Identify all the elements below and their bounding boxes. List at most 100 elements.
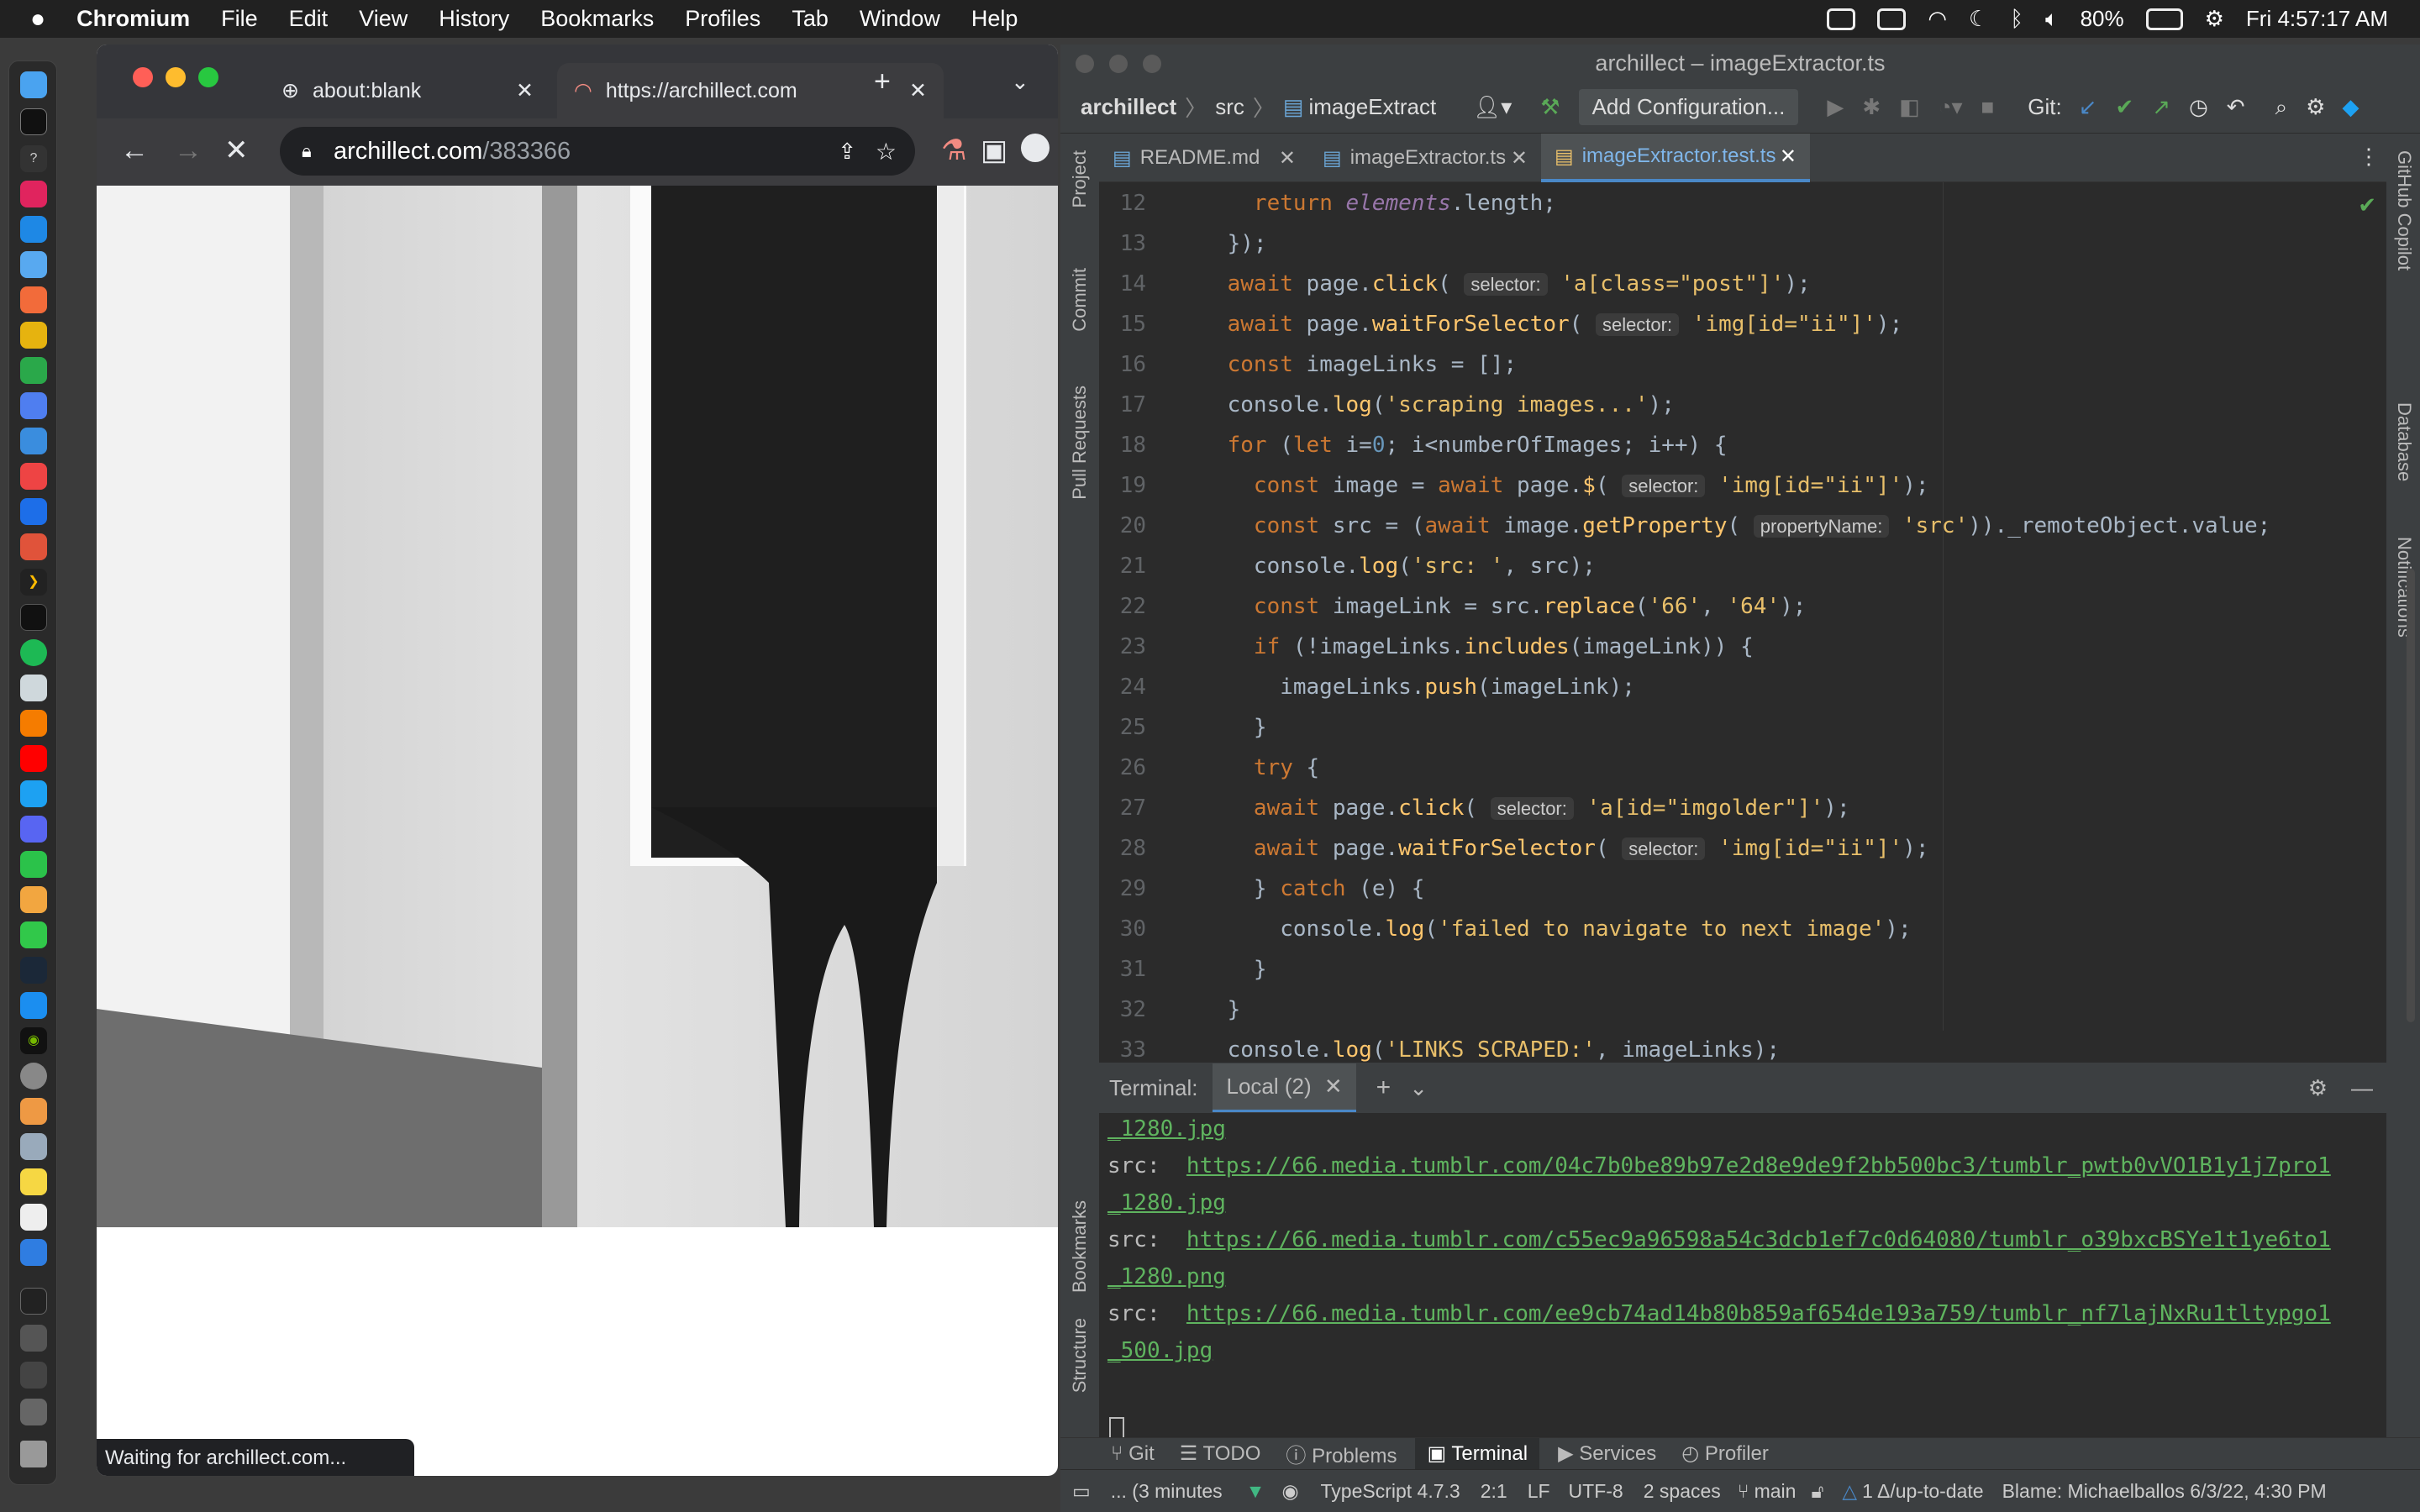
code-line[interactable]: await page.waitForSelector( selector: 'i…	[1175, 312, 1903, 337]
settings-icon[interactable]	[20, 1063, 47, 1089]
tool-commit[interactable]: Commit	[1069, 268, 1091, 332]
line-number[interactable]: 16	[1099, 352, 1146, 377]
line-number[interactable]: 14	[1099, 271, 1146, 297]
tool-problems[interactable]: ⓘ Problems	[1286, 1439, 1397, 1468]
line-number[interactable]: 29	[1099, 876, 1146, 901]
bluetooth-icon[interactable]: ᛒ	[2010, 6, 2023, 32]
settings-gear-icon[interactable]: ⚙	[2306, 94, 2325, 120]
twitter-icon[interactable]	[20, 780, 47, 807]
git-commit-icon[interactable]: ✔	[2115, 94, 2133, 120]
docker-icon[interactable]	[20, 251, 47, 278]
books-icon[interactable]	[20, 710, 47, 737]
vue-icon[interactable]: ▼	[1246, 1480, 1265, 1503]
line-number[interactable]: 12	[1099, 191, 1146, 216]
tab-readme[interactable]: ▤ README.md ✕	[1099, 134, 1309, 182]
line-number[interactable]: 15	[1099, 312, 1146, 337]
code-line[interactable]: });	[1175, 231, 1267, 256]
tool-project[interactable]: Project	[1069, 150, 1091, 207]
menu-help[interactable]: Help	[971, 6, 1018, 32]
help-icon[interactable]: ?	[20, 145, 47, 172]
menu-edit[interactable]: Edit	[289, 6, 329, 32]
steam-icon[interactable]	[20, 957, 47, 984]
new-terminal-icon[interactable]: +	[1376, 1074, 1392, 1102]
launchpad-icon[interactable]	[20, 1098, 47, 1125]
tabs-more-icon[interactable]: ⋮	[2358, 144, 2380, 170]
discord-icon[interactable]	[20, 816, 47, 843]
editor-scrollbar[interactable]	[2407, 569, 2415, 1022]
line-number[interactable]: 13	[1099, 231, 1146, 256]
minimize-window-button[interactable]	[166, 67, 186, 87]
menu-tab[interactable]: Tab	[792, 6, 829, 32]
battery-percent[interactable]: 80%	[2081, 6, 2124, 32]
forward-button[interactable]: →	[174, 134, 203, 167]
extension-icon[interactable]: ⚗	[941, 134, 966, 167]
git-rollback-icon[interactable]: ↶	[2227, 94, 2245, 120]
code-line[interactable]: } catch (e) {	[1175, 876, 1425, 901]
address-bar[interactable]: 🔒︎ archillect.com/383366 ⇪ ☆	[280, 127, 915, 176]
terminal-settings-icon[interactable]: ⚙	[2308, 1075, 2328, 1101]
layout-icon[interactable]: ▭	[1072, 1480, 1091, 1503]
line-separator[interactable]: LF	[1528, 1480, 1550, 1503]
finder-icon[interactable]	[20, 71, 47, 98]
trash-icon[interactable]	[20, 1441, 47, 1467]
cursor-position[interactable]: 2:1	[1481, 1480, 1507, 1503]
chrome-icon[interactable]	[20, 463, 47, 490]
line-number[interactable]: 23	[1099, 634, 1146, 659]
menu-profiles[interactable]: Profiles	[685, 6, 760, 32]
tool-profiler[interactable]: ◴ Profiler	[1681, 1441, 1769, 1466]
git-branch[interactable]: main	[1754, 1480, 1797, 1503]
tab-close-icon[interactable]: ✕	[516, 78, 534, 103]
line-number[interactable]: 21	[1099, 554, 1146, 579]
webstorm-icon[interactable]	[20, 181, 47, 207]
code-line[interactable]: }	[1175, 997, 1241, 1022]
tool-git[interactable]: ⑂ Git	[1111, 1442, 1155, 1466]
zoom-window-button[interactable]	[198, 67, 218, 87]
ide-zoom-button[interactable]	[1143, 55, 1161, 73]
youtube-icon[interactable]	[20, 745, 47, 772]
menubar-clock[interactable]: Fri 4:57:17 AM	[2246, 6, 2388, 32]
game-icon[interactable]	[20, 886, 47, 913]
code-line[interactable]: return elements.length;	[1175, 191, 1556, 216]
terminal-link[interactable]: https://66.media.tumblr.com/c55ec9a96598…	[1186, 1227, 2331, 1252]
slack-icon[interactable]	[20, 322, 47, 349]
code-line[interactable]: const imageLinks = [];	[1175, 352, 1517, 377]
search-everywhere-icon[interactable]: ⌕	[2275, 94, 2288, 121]
background-task[interactable]: ... (3 minutes	[1111, 1480, 1223, 1503]
tab-search-icon[interactable]: ⌄	[1011, 65, 1029, 98]
nvidia-icon[interactable]: ◉	[20, 1027, 47, 1054]
tab-close-icon[interactable]: ✕	[909, 78, 927, 103]
line-number[interactable]: 17	[1099, 392, 1146, 417]
moon-icon[interactable]: ☾	[1969, 6, 1988, 32]
jetbrains-logo-icon[interactable]: ◆	[2342, 94, 2359, 120]
screen-icon[interactable]	[1877, 8, 1907, 30]
line-number[interactable]: 32	[1099, 997, 1146, 1022]
wifi-icon[interactable]: ◠	[1928, 6, 1947, 32]
code-line[interactable]: console.log('LINKS SCRAPED:', imageLinks…	[1175, 1037, 1780, 1063]
inkscape-icon[interactable]	[20, 675, 47, 701]
profile-avatar[interactable]	[1021, 134, 1050, 162]
git-history-icon[interactable]: ◷	[2189, 94, 2208, 120]
volume-icon[interactable]: 🔈︎	[2045, 6, 2059, 33]
code-line[interactable]: const image = await page.$( selector: 'i…	[1175, 473, 1929, 498]
git-update-icon[interactable]: ↙	[2079, 94, 2097, 120]
minimized-window-3[interactable]	[20, 1399, 47, 1425]
tool-github-copilot[interactable]: GitHub Copilot	[2393, 150, 2415, 270]
terminal-link[interactable]: https://66.media.tumblr.com/04c7b0be89b9…	[1186, 1153, 2331, 1179]
new-tab-button[interactable]: +	[874, 65, 891, 98]
proxyman-icon[interactable]	[20, 1239, 47, 1266]
preview-icon[interactable]	[20, 1133, 47, 1160]
code-editor[interactable]: 12 return elements.length; 13 }); 14 await…	[1099, 182, 2415, 1103]
menu-file[interactable]: File	[221, 6, 258, 32]
indent-setting[interactable]: 2 spaces	[1644, 1480, 1721, 1503]
bookmark-star-icon[interactable]: ☆	[876, 138, 897, 165]
menu-window[interactable]: Window	[860, 6, 940, 32]
ide-close-button[interactable]	[1076, 55, 1094, 73]
terminal-icon[interactable]	[20, 108, 47, 135]
line-number[interactable]: 31	[1099, 957, 1146, 982]
window-icon[interactable]	[1827, 8, 1856, 30]
tool-services[interactable]: ▶ Services	[1558, 1441, 1656, 1466]
line-number[interactable]: 22	[1099, 594, 1146, 619]
line-number[interactable]: 27	[1099, 795, 1146, 821]
code-line[interactable]: const src = (await image.getProperty( pr…	[1175, 513, 2270, 538]
crumb-src[interactable]: src	[1215, 94, 1244, 120]
